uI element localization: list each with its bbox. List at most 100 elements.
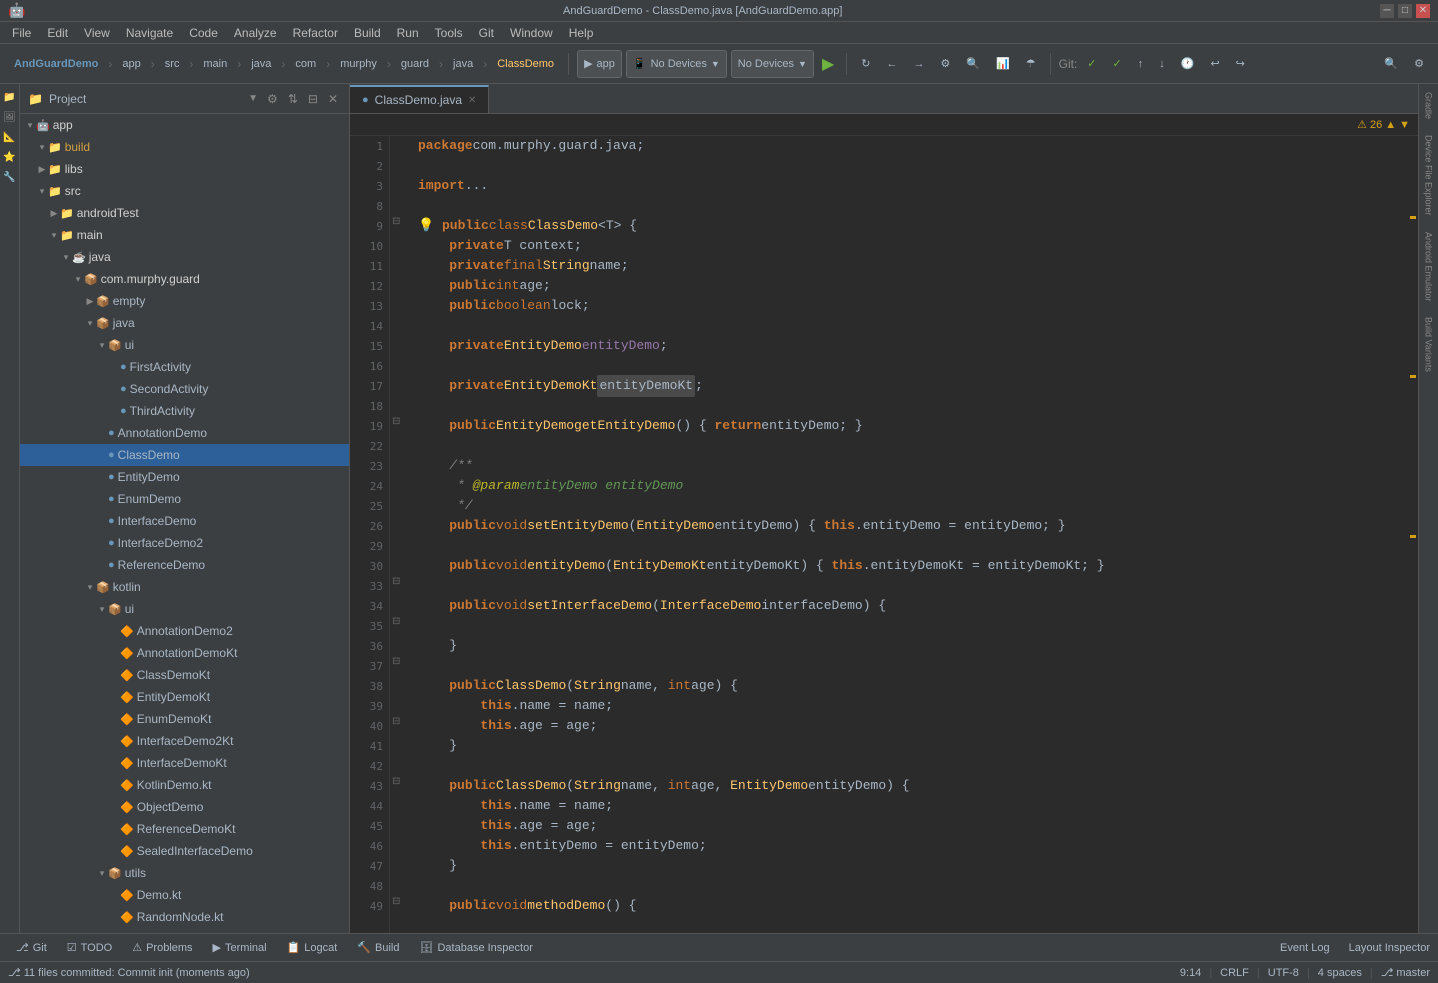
code-scroll-area[interactable]: 1 2 3 8 9 10 11 12 13 14 15 16 17 18 19 …: [350, 136, 1418, 933]
bottom-tab-terminal[interactable]: ▶ Terminal: [205, 938, 275, 957]
tree-item-ui[interactable]: ▾ 📦 ui: [20, 334, 349, 356]
git-checkmark-button[interactable]: ✓: [1107, 50, 1128, 78]
tree-item-build[interactable]: ▾ 📁 build: [20, 136, 349, 158]
settings-button[interactable]: ⚙: [1408, 50, 1430, 78]
tree-item-androidtest[interactable]: ▶ 📁 androidTest: [20, 202, 349, 224]
tree-item-ui-kt[interactable]: ▾ 📦 ui: [20, 598, 349, 620]
fold-icon-30[interactable]: ⊟: [392, 616, 400, 627]
fold-icon-26[interactable]: ⊟: [392, 576, 400, 587]
fold-icon-49[interactable]: ⊟: [392, 896, 400, 907]
sync-button[interactable]: ↻: [855, 50, 876, 78]
git-check-button[interactable]: ✓: [1081, 50, 1102, 78]
minimize-button[interactable]: ─: [1380, 4, 1394, 18]
git-pull-button[interactable]: ↓: [1153, 50, 1171, 78]
tree-item-reference-demo[interactable]: ● ReferenceDemo: [20, 554, 349, 576]
bottom-tab-git[interactable]: ⎇ Git: [8, 938, 55, 957]
tree-item-enum-demo-kt[interactable]: 🔶 EnumDemoKt: [20, 708, 349, 730]
menu-navigate[interactable]: Navigate: [118, 22, 181, 44]
app-breadcrumb[interactable]: app: [116, 50, 146, 78]
panel-settings-btn[interactable]: ⚙: [264, 91, 281, 107]
tree-item-entity-demo-kt[interactable]: 🔶 EntityDemoKt: [20, 686, 349, 708]
tree-item-annotation-demo-kt[interactable]: 🔶 AnnotationDemoKt: [20, 642, 349, 664]
menu-refactor[interactable]: Refactor: [285, 22, 346, 44]
tree-item-main[interactable]: ▾ 📁 main: [20, 224, 349, 246]
git-history-button[interactable]: 🕐: [1175, 50, 1201, 78]
tree-item-demo-kt[interactable]: 🔶 Demo.kt: [20, 884, 349, 906]
tree-item-kotlin[interactable]: ▾ 📦 kotlin: [20, 576, 349, 598]
com-breadcrumb[interactable]: com: [289, 50, 322, 78]
tree-item-java2[interactable]: ▾ 📦 java: [20, 312, 349, 334]
resource-manager-icon[interactable]: 🖼: [1, 108, 19, 126]
menu-help[interactable]: Help: [561, 22, 602, 44]
status-encoding[interactable]: CRLF: [1220, 967, 1249, 979]
murphy-breadcrumb[interactable]: murphy: [334, 50, 383, 78]
bottom-tab-build[interactable]: 🔨 Build: [349, 938, 407, 957]
tab-class-demo[interactable]: ● ClassDemo.java ✕: [350, 85, 489, 113]
tree-item-interface-demo2-kt[interactable]: 🔶 InterfaceDemo2Kt: [20, 730, 349, 752]
profile-button[interactable]: 📊: [990, 50, 1016, 78]
menu-run[interactable]: Run: [389, 22, 427, 44]
java-breadcrumb[interactable]: java: [245, 50, 277, 78]
search-everywhere-button[interactable]: 🔍: [1378, 50, 1404, 78]
menu-code[interactable]: Code: [181, 22, 226, 44]
status-branch[interactable]: ⎇ master: [1381, 966, 1430, 979]
gradle-panel-button[interactable]: Gradle: [1422, 84, 1436, 127]
fold-icon-9[interactable]: ⊟: [392, 216, 400, 227]
close-button[interactable]: ✕: [1416, 4, 1430, 18]
menu-view[interactable]: View: [76, 22, 118, 44]
fold-icon-34[interactable]: ⊟: [392, 656, 400, 667]
tree-item-annotation-demo[interactable]: ● AnnotationDemo: [20, 422, 349, 444]
menu-tools[interactable]: Tools: [427, 22, 471, 44]
tree-item-random-node[interactable]: 🔶 RandomNode.kt: [20, 906, 349, 928]
menu-window[interactable]: Window: [502, 22, 561, 44]
tree-item-object-demo[interactable]: 🔶 ObjectDemo: [20, 796, 349, 818]
project-tool-window-icon[interactable]: 📁: [1, 88, 19, 106]
git-push-button[interactable]: ↑: [1132, 50, 1150, 78]
devices2-dropdown[interactable]: No Devices ▼: [731, 50, 814, 78]
tree-item-first-activity[interactable]: ● FirstActivity: [20, 356, 349, 378]
tree-item-interface-demo2[interactable]: ● InterfaceDemo2: [20, 532, 349, 554]
build-variants-button[interactable]: Build Variants: [1422, 309, 1436, 380]
favorites-icon[interactable]: ⭐: [1, 148, 19, 166]
panel-sort-btn[interactable]: ⇅: [285, 91, 301, 107]
tree-item-annotation-demo2[interactable]: 🔶 AnnotationDemo2: [20, 620, 349, 642]
forward-button[interactable]: →: [907, 50, 930, 78]
tree-item-second-activity[interactable]: ● SecondActivity: [20, 378, 349, 400]
tree-item-app[interactable]: ▾ 🤖 app: [20, 114, 349, 136]
java2-breadcrumb[interactable]: java: [447, 50, 479, 78]
panel-dropdown-icon[interactable]: ▼: [248, 93, 258, 104]
tree-item-third-activity[interactable]: ● ThirdActivity: [20, 400, 349, 422]
settings-build-button[interactable]: ⚙: [934, 50, 956, 78]
menu-build[interactable]: Build: [346, 22, 389, 44]
build-variants-icon[interactable]: 🔧: [1, 168, 19, 186]
tab-close-class-demo[interactable]: ✕: [468, 95, 476, 106]
fold-icon-19[interactable]: ⊟: [392, 416, 400, 427]
tree-item-interface-demo-kt[interactable]: 🔶 InterfaceDemoKt: [20, 752, 349, 774]
tree-item-utils[interactable]: ▾ 📦 utils: [20, 862, 349, 884]
git-redo-button[interactable]: ↪: [1230, 50, 1251, 78]
back-button[interactable]: ←: [880, 50, 903, 78]
tree-item-src[interactable]: ▾ 📁 src: [20, 180, 349, 202]
panel-close-btn[interactable]: ✕: [325, 91, 341, 107]
status-position[interactable]: 9:14: [1180, 967, 1201, 979]
fold-icon-43[interactable]: ⊟: [392, 776, 400, 787]
status-charset[interactable]: UTF-8: [1268, 967, 1299, 979]
menu-edit[interactable]: Edit: [39, 22, 76, 44]
menu-git[interactable]: Git: [471, 22, 502, 44]
git-undo-button[interactable]: ↩: [1204, 50, 1225, 78]
layout-inspector-link[interactable]: Layout Inspector: [1349, 942, 1430, 954]
menu-file[interactable]: File: [4, 22, 39, 44]
structure-icon[interactable]: 📐: [1, 128, 19, 146]
tree-item-reference-demo-kt[interactable]: 🔶 ReferenceDemoKt: [20, 818, 349, 840]
fold-icon-38[interactable]: ⊟: [392, 716, 400, 727]
tree-item-java[interactable]: ▾ ☕ java: [20, 246, 349, 268]
main-breadcrumb[interactable]: main: [197, 50, 233, 78]
tree-item-empty[interactable]: ▶ 📦 empty: [20, 290, 349, 312]
panel-collapse-btn[interactable]: ⊟: [305, 91, 321, 107]
run-button[interactable]: ▶: [818, 54, 838, 74]
class-breadcrumb[interactable]: ClassDemo: [491, 50, 560, 78]
devices-dropdown[interactable]: 📱 No Devices ▼: [626, 50, 727, 78]
guard-breadcrumb[interactable]: guard: [395, 50, 435, 78]
tree-item-com-murphy[interactable]: ▾ 📦 com.murphy.guard: [20, 268, 349, 290]
tree-item-class-demo[interactable]: ● ClassDemo: [20, 444, 349, 466]
